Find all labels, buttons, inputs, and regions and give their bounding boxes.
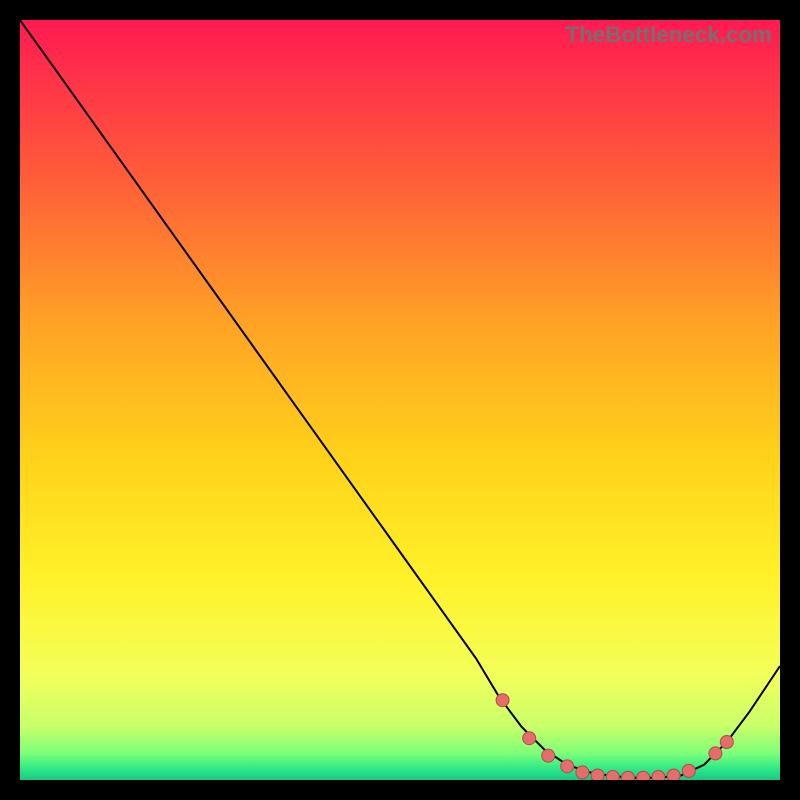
curve-marker <box>591 769 604 780</box>
curve-marker <box>667 769 680 780</box>
curve-marker <box>496 694 509 707</box>
curve-marker <box>652 770 665 780</box>
curve-marker <box>709 747 722 760</box>
curve-marker <box>682 764 695 777</box>
curve-marker <box>622 771 635 780</box>
gradient-background <box>20 20 780 780</box>
bottleneck-chart <box>20 20 780 780</box>
watermark-text: TheBottleneck.com <box>566 22 772 48</box>
curve-marker <box>542 749 555 762</box>
curve-marker <box>637 771 650 780</box>
curve-marker <box>523 732 536 745</box>
curve-marker <box>576 766 589 779</box>
curve-marker <box>561 760 574 773</box>
chart-frame: TheBottleneck.com <box>20 20 780 780</box>
curve-marker <box>720 736 733 749</box>
curve-marker <box>606 770 619 780</box>
